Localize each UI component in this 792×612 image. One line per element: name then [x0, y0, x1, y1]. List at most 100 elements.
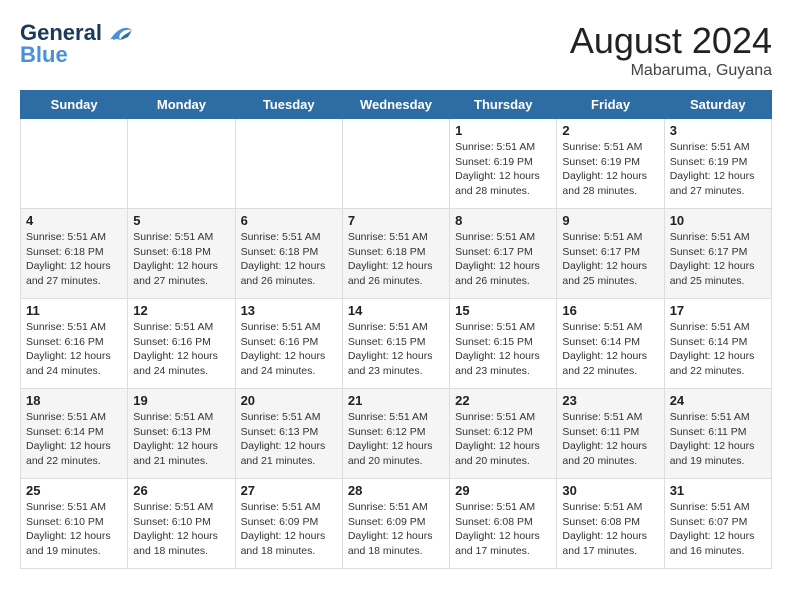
day-info: Sunrise: 5:51 AM Sunset: 6:14 PM Dayligh… — [562, 320, 658, 379]
day-info: Sunrise: 5:51 AM Sunset: 6:15 PM Dayligh… — [455, 320, 551, 379]
day-number: 11 — [26, 303, 122, 318]
day-info: Sunrise: 5:51 AM Sunset: 6:17 PM Dayligh… — [455, 230, 551, 289]
day-number: 2 — [562, 123, 658, 138]
header-wednesday: Wednesday — [342, 91, 449, 119]
header-friday: Friday — [557, 91, 664, 119]
day-info: Sunrise: 5:51 AM Sunset: 6:13 PM Dayligh… — [133, 410, 229, 469]
day-number: 17 — [670, 303, 766, 318]
calendar-cell: 29 Sunrise: 5:51 AM Sunset: 6:08 PM Dayli… — [450, 479, 557, 569]
calendar-cell — [128, 119, 235, 209]
calendar-cell: 25 Sunrise: 5:51 AM Sunset: 6:10 PM Dayli… — [21, 479, 128, 569]
day-info: Sunrise: 5:51 AM Sunset: 6:11 PM Dayligh… — [562, 410, 658, 469]
day-number: 21 — [348, 393, 444, 408]
calendar-cell: 18 Sunrise: 5:51 AM Sunset: 6:14 PM Dayli… — [21, 389, 128, 479]
calendar-cell: 22 Sunrise: 5:51 AM Sunset: 6:12 PM Dayli… — [450, 389, 557, 479]
day-info: Sunrise: 5:51 AM Sunset: 6:08 PM Dayligh… — [455, 500, 551, 559]
calendar-cell: 12 Sunrise: 5:51 AM Sunset: 6:16 PM Dayli… — [128, 299, 235, 389]
calendar-cell: 20 Sunrise: 5:51 AM Sunset: 6:13 PM Dayli… — [235, 389, 342, 479]
day-number: 15 — [455, 303, 551, 318]
day-number: 12 — [133, 303, 229, 318]
day-info: Sunrise: 5:51 AM Sunset: 6:16 PM Dayligh… — [133, 320, 229, 379]
day-number: 29 — [455, 483, 551, 498]
page-header: General Blue August 2024 Mabaruma, Guyan… — [20, 20, 772, 80]
day-info: Sunrise: 5:51 AM Sunset: 6:17 PM Dayligh… — [670, 230, 766, 289]
week-row-4: 18 Sunrise: 5:51 AM Sunset: 6:14 PM Dayli… — [21, 389, 772, 479]
day-info: Sunrise: 5:51 AM Sunset: 6:14 PM Dayligh… — [26, 410, 122, 469]
day-number: 19 — [133, 393, 229, 408]
day-info: Sunrise: 5:51 AM Sunset: 6:10 PM Dayligh… — [133, 500, 229, 559]
day-info: Sunrise: 5:51 AM Sunset: 6:15 PM Dayligh… — [348, 320, 444, 379]
day-number: 28 — [348, 483, 444, 498]
header-monday: Monday — [128, 91, 235, 119]
calendar-cell: 1Sunrise: 5:51 AM Sunset: 6:19 PM Daylig… — [450, 119, 557, 209]
day-number: 20 — [241, 393, 337, 408]
calendar-cell: 23 Sunrise: 5:51 AM Sunset: 6:11 PM Dayli… — [557, 389, 664, 479]
calendar-cell: 4Sunrise: 5:51 AM Sunset: 6:18 PM Daylig… — [21, 209, 128, 299]
header-tuesday: Tuesday — [235, 91, 342, 119]
calendar-cell: 17 Sunrise: 5:51 AM Sunset: 6:14 PM Dayli… — [664, 299, 771, 389]
day-info: Sunrise: 5:51 AM Sunset: 6:19 PM Dayligh… — [562, 140, 658, 199]
calendar-cell: 24 Sunrise: 5:51 AM Sunset: 6:11 PM Dayli… — [664, 389, 771, 479]
day-info: Sunrise: 5:51 AM Sunset: 6:12 PM Dayligh… — [455, 410, 551, 469]
day-info: Sunrise: 5:51 AM Sunset: 6:19 PM Dayligh… — [670, 140, 766, 199]
day-number: 3 — [670, 123, 766, 138]
day-number: 4 — [26, 213, 122, 228]
calendar-cell — [342, 119, 449, 209]
calendar-cell: 11 Sunrise: 5:51 AM Sunset: 6:16 PM Dayli… — [21, 299, 128, 389]
week-row-3: 11 Sunrise: 5:51 AM Sunset: 6:16 PM Dayli… — [21, 299, 772, 389]
calendar-cell: 5 Sunrise: 5:51 AM Sunset: 6:18 PM Daylig… — [128, 209, 235, 299]
calendar-cell: 19 Sunrise: 5:51 AM Sunset: 6:13 PM Dayli… — [128, 389, 235, 479]
day-number: 7 — [348, 213, 444, 228]
calendar-cell: 3 Sunrise: 5:51 AM Sunset: 6:19 PM Daylig… — [664, 119, 771, 209]
header-thursday: Thursday — [450, 91, 557, 119]
day-number: 1 — [455, 123, 551, 138]
calendar-cell: 7 Sunrise: 5:51 AM Sunset: 6:18 PM Daylig… — [342, 209, 449, 299]
day-number: 5 — [133, 213, 229, 228]
day-info: Sunrise: 5:51 AM Sunset: 6:12 PM Dayligh… — [348, 410, 444, 469]
day-number: 22 — [455, 393, 551, 408]
day-number: 27 — [241, 483, 337, 498]
header-sunday: Sunday — [21, 91, 128, 119]
day-number: 14 — [348, 303, 444, 318]
title-block: August 2024 Mabaruma, Guyana — [570, 20, 772, 80]
calendar-cell: 2 Sunrise: 5:51 AM Sunset: 6:19 PM Daylig… — [557, 119, 664, 209]
day-number: 13 — [241, 303, 337, 318]
day-number: 23 — [562, 393, 658, 408]
day-info: Sunrise: 5:51 AM Sunset: 6:16 PM Dayligh… — [241, 320, 337, 379]
day-number: 24 — [670, 393, 766, 408]
day-number: 25 — [26, 483, 122, 498]
calendar-cell: 10Sunrise: 5:51 AM Sunset: 6:17 PM Dayli… — [664, 209, 771, 299]
calendar-cell: 16Sunrise: 5:51 AM Sunset: 6:14 PM Dayli… — [557, 299, 664, 389]
day-info: Sunrise: 5:51 AM Sunset: 6:13 PM Dayligh… — [241, 410, 337, 469]
calendar-cell — [21, 119, 128, 209]
calendar-cell: 26Sunrise: 5:51 AM Sunset: 6:10 PM Dayli… — [128, 479, 235, 569]
day-info: Sunrise: 5:51 AM Sunset: 6:09 PM Dayligh… — [241, 500, 337, 559]
logo: General Blue — [20, 20, 134, 68]
day-info: Sunrise: 5:51 AM Sunset: 6:11 PM Dayligh… — [670, 410, 766, 469]
day-info: Sunrise: 5:51 AM Sunset: 6:08 PM Dayligh… — [562, 500, 658, 559]
day-number: 6 — [241, 213, 337, 228]
day-info: Sunrise: 5:51 AM Sunset: 6:07 PM Dayligh… — [670, 500, 766, 559]
week-row-1: 1 Sunrise: 5:51 AM Sunset: 6:19 PM Daylig… — [21, 119, 772, 209]
calendar-cell: 30Sunrise: 5:51 AM Sunset: 6:08 PM Dayli… — [557, 479, 664, 569]
day-info: Sunrise: 5:51 AM Sunset: 6:18 PM Dayligh… — [348, 230, 444, 289]
calendar-cell — [235, 119, 342, 209]
day-number: 18 — [26, 393, 122, 408]
day-info: Sunrise: 5:51 AM Sunset: 6:10 PM Dayligh… — [26, 500, 122, 559]
day-info: Sunrise: 5:51 AM Sunset: 6:17 PM Dayligh… — [562, 230, 658, 289]
calendar-cell: 21 Sunrise: 5:51 AM Sunset: 6:12 PM Dayli… — [342, 389, 449, 479]
day-info: Sunrise: 5:51 AM Sunset: 6:16 PM Dayligh… — [26, 320, 122, 379]
calendar-cell: 28Sunrise: 5:51 AM Sunset: 6:09 PM Dayli… — [342, 479, 449, 569]
day-info: Sunrise: 5:51 AM Sunset: 6:18 PM Dayligh… — [133, 230, 229, 289]
calendar-cell: 27 Sunrise: 5:51 AM Sunset: 6:09 PM Dayli… — [235, 479, 342, 569]
logo-bird-icon — [106, 22, 134, 44]
calendar-cell: 31Sunrise: 5:51 AM Sunset: 6:07 PM Dayli… — [664, 479, 771, 569]
logo-blue: Blue — [20, 42, 68, 68]
calendar-cell: 9Sunrise: 5:51 AM Sunset: 6:17 PM Daylig… — [557, 209, 664, 299]
calendar-cell: 13 Sunrise: 5:51 AM Sunset: 6:16 PM Dayli… — [235, 299, 342, 389]
calendar-header-row: SundayMondayTuesdayWednesdayThursdayFrid… — [21, 91, 772, 119]
header-saturday: Saturday — [664, 91, 771, 119]
calendar-cell: 15 Sunrise: 5:51 AM Sunset: 6:15 PM Dayli… — [450, 299, 557, 389]
calendar-cell: 6Sunrise: 5:51 AM Sunset: 6:18 PM Daylig… — [235, 209, 342, 299]
day-info: Sunrise: 5:51 AM Sunset: 6:14 PM Dayligh… — [670, 320, 766, 379]
